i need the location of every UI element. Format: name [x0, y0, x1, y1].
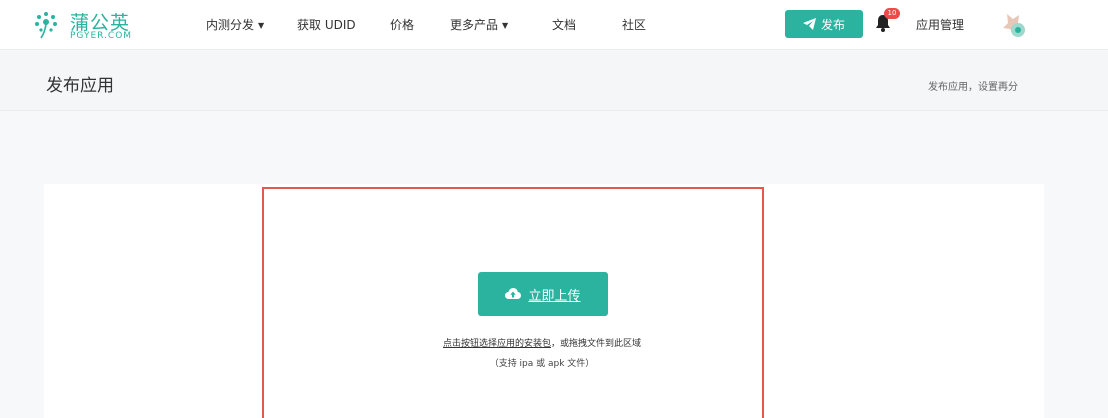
nav-item-label: 价格: [390, 18, 415, 32]
nav-item-label: 获取 UDID: [297, 18, 356, 32]
breadcrumb-settings[interactable]: 设置再分: [978, 82, 1018, 93]
nav-item-community[interactable]: 社区: [622, 16, 646, 33]
breadcrumb-publish-app[interactable]: 发布应用: [928, 82, 968, 93]
brand-domain: PGYER.COM: [70, 31, 133, 41]
page-title: 发布应用: [46, 76, 114, 96]
nav-item-docs[interactable]: 文档: [552, 16, 576, 33]
cloud-upload-icon: [505, 288, 522, 299]
drag-hint-text: ，或拖拽文件到此区域: [551, 339, 642, 349]
user-avatar[interactable]: [999, 10, 1029, 40]
nav-item-more-products[interactable]: 更多产品 ▼: [450, 16, 508, 33]
nav-item-pricing[interactable]: 价格: [390, 16, 414, 33]
nav-item-beta-distribution[interactable]: 内测分发 ▼: [206, 16, 264, 33]
caret-down-icon: ▼: [502, 21, 509, 30]
publish-button-label: 发布: [820, 17, 845, 32]
brand-logo[interactable]: 蒲公英 PGYER.COM: [32, 6, 152, 44]
upload-now-button[interactable]: 立即上传: [478, 272, 608, 316]
publish-button[interactable]: 发布: [785, 10, 863, 38]
nav-item-label: 文档: [552, 18, 577, 32]
top-navigation: 蒲公英 PGYER.COM 内测分发 ▼ 获取 UDID 价格 更多产品 ▼ 文档 …: [0, 0, 1108, 50]
select-package-link[interactable]: 点击按钮选择应用的安装包: [443, 339, 551, 349]
caret-down-icon: ▼: [258, 21, 265, 30]
nav-item-label: 内测分发: [206, 18, 255, 32]
dandelion-logo-icon: [35, 12, 57, 39]
breadcrumb-separator: ，: [968, 82, 978, 93]
nav-item-label: 社区: [622, 18, 647, 32]
page-header: 发布应用 发布应用，设置再分: [0, 51, 1108, 111]
paper-plane-icon: [802, 18, 816, 30]
upload-now-label: 立即上传: [528, 288, 581, 304]
app-management-link[interactable]: 应用管理: [916, 16, 964, 33]
nav-item-label: 更多产品: [450, 18, 499, 32]
breadcrumb: 发布应用，设置再分: [928, 78, 1018, 93]
nav-item-get-udid[interactable]: 获取 UDID: [297, 16, 356, 33]
supported-file-types: （支持 ipa 或 apk 文件）: [489, 359, 595, 369]
upload-hint: 点击按钮选择应用的安装包，或拖拽文件到此区域: [262, 336, 822, 349]
notification-count-badge: 10: [884, 8, 900, 19]
